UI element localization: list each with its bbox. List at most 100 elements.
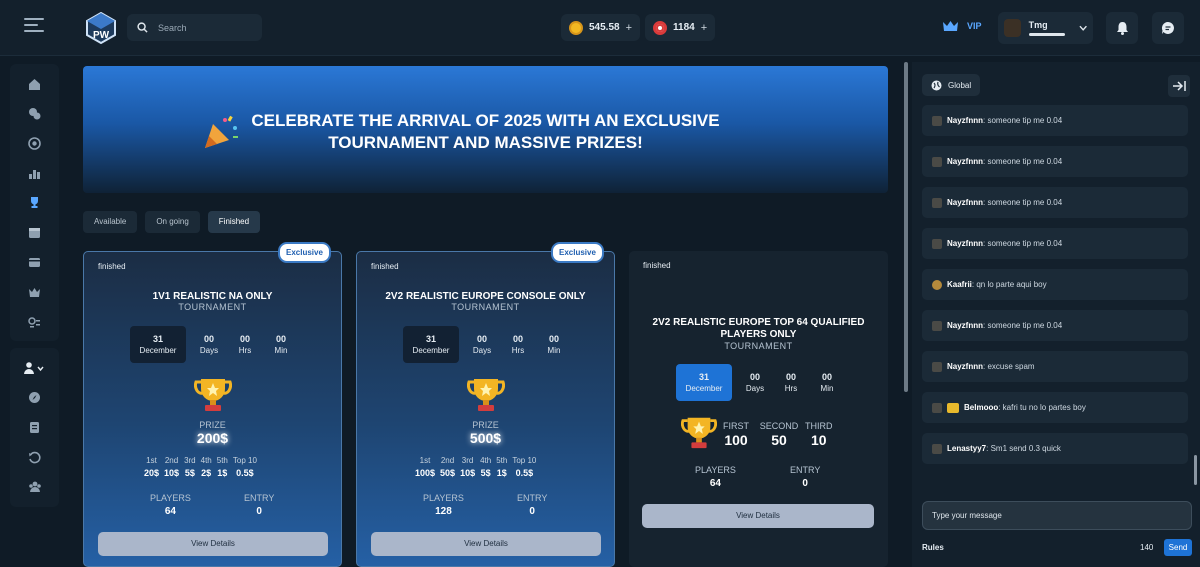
message-user[interactable]: Nayzfnnn	[947, 198, 983, 207]
sidebar-item-tournaments[interactable]	[10, 192, 59, 212]
chat-icon	[1161, 21, 1174, 34]
chat-message: Nayzfnnn: excuse spam	[922, 351, 1188, 382]
tab-finished[interactable]: Finished	[207, 211, 261, 233]
message-user[interactable]: Nayzfnnn	[947, 157, 983, 166]
home-icon	[29, 78, 40, 90]
message-user[interactable]: Lenastyy7	[947, 444, 986, 453]
collapse-chat-button[interactable]	[1168, 75, 1190, 97]
chat-bubbles-icon	[29, 107, 41, 119]
view-details-button[interactable]: View Details	[98, 532, 328, 556]
document-icon	[30, 421, 39, 433]
tournament-subtitle: TOURNAMENT	[724, 341, 793, 351]
coin-icon	[569, 20, 583, 35]
sidebar-item-wallet[interactable]	[10, 252, 59, 272]
notifications-button[interactable]	[1106, 12, 1138, 44]
hrs-value: 00	[239, 333, 250, 344]
days-label: Days	[745, 383, 765, 393]
countdown-days: 00 Days	[742, 371, 768, 395]
sidebar-item-social[interactable]	[10, 103, 59, 123]
sidebar-item-leaderboard[interactable]	[10, 163, 59, 183]
add-tickets-button[interactable]: +	[701, 22, 707, 34]
target-icon	[28, 136, 41, 150]
rank-value: 1$	[217, 468, 228, 478]
site-logo[interactable]: PW	[86, 11, 116, 45]
main-scrollbar[interactable]	[904, 62, 908, 392]
message-user[interactable]: Nayzfnnn	[947, 239, 983, 248]
message-input[interactable]: Type your message	[922, 501, 1192, 530]
rank-label: Top 10	[232, 456, 257, 465]
tab-available[interactable]: Available	[83, 211, 138, 233]
rules-link[interactable]: Rules	[922, 543, 944, 552]
tab-on-going[interactable]: On going	[145, 211, 200, 233]
channel-selector[interactable]: Global	[922, 74, 981, 96]
message-user[interactable]: Nayzfnnn	[947, 321, 983, 330]
send-button[interactable]: Send	[1164, 539, 1192, 556]
tournament-card[interactable]: finished 2V2 REALISTIC EUROPE TOP 64 QUA…	[629, 251, 888, 567]
vip-link[interactable]: VIP	[942, 20, 982, 32]
message-user[interactable]: Nayzfnnn	[947, 116, 983, 125]
coin-balance[interactable]: 545.58 +	[561, 14, 641, 41]
rank-2: 2nd 10$	[164, 455, 179, 479]
end-day: 31	[425, 334, 436, 344]
search-input[interactable]: Search	[127, 14, 262, 41]
tournament-subtitle: TOURNAMENT	[451, 302, 520, 312]
user-menu[interactable]: Tmg	[998, 12, 1093, 44]
rank-label: 3rd	[184, 456, 196, 465]
rank-top10: Top 10 0.5$	[233, 455, 257, 479]
message-user[interactable]: Kaafrii	[947, 280, 972, 289]
sidebar-item-docs[interactable]	[10, 417, 59, 437]
promo-banner[interactable]: CELEBRATE THE ARRIVAL OF 2025 WITH AN EX…	[83, 66, 888, 193]
sidebar-item-home[interactable]	[10, 74, 59, 94]
message-user[interactable]: Nayzfnnn	[947, 362, 983, 371]
character-count: 140	[1140, 543, 1154, 552]
sidebar-item-explore[interactable]	[10, 387, 59, 407]
players-stat: PLAYERS 128	[423, 491, 464, 519]
status-label: finished	[643, 261, 671, 270]
sidebar-item-vip[interactable]	[10, 282, 59, 302]
avatar	[932, 279, 942, 290]
sidebar-item-community[interactable]	[10, 476, 59, 496]
rank-label: Top 10	[512, 456, 537, 465]
countdown-days: 00 Days	[469, 333, 495, 357]
message-user[interactable]: Belmooo	[964, 403, 998, 412]
chat-scrollbar[interactable]	[1194, 455, 1197, 485]
chat-message: Nayzfnnn: someone tip me 0.04	[922, 105, 1188, 136]
min-value: 00	[548, 333, 559, 344]
add-coins-button[interactable]: +	[626, 22, 632, 34]
banner-headline: CELEBRATE THE ARRIVAL OF 2025 WITH AN EX…	[83, 110, 888, 154]
message-text: : someone tip me 0.04	[983, 239, 1063, 248]
countdown-hrs: 00 Hrs	[232, 333, 258, 357]
second-prize: SECOND 50	[757, 419, 801, 447]
message-text: : excuse spam	[983, 362, 1035, 371]
players-label: PLAYERS	[695, 465, 736, 475]
menu-icon[interactable]	[24, 18, 44, 34]
tournament-card[interactable]: finished 2V2 REALISTIC EUROPE CONSOLE ON…	[356, 251, 615, 567]
entry-label: ENTRY	[244, 493, 275, 503]
message-text: : qn lo parte aqui boy	[971, 280, 1047, 289]
trophy-icon	[681, 417, 717, 449]
target-icon	[653, 20, 667, 35]
avatar	[932, 238, 942, 249]
min-label: Min	[820, 383, 834, 393]
sidebar-item-history[interactable]	[10, 447, 59, 467]
countdown-min: 00 Min	[541, 333, 567, 357]
user-icon	[23, 362, 44, 374]
rank-label: 4th	[480, 456, 492, 465]
first-prize: FIRST 100	[723, 419, 749, 447]
view-details-button[interactable]: View Details	[642, 504, 874, 528]
avatar	[932, 320, 942, 331]
rank-top10: Top 10 0.5$	[512, 455, 536, 479]
entry-value: 0	[802, 478, 808, 489]
trophy-icon	[31, 196, 38, 208]
tournament-card[interactable]: finished 1V1 REALISTIC NA ONLY TOURNAMEN…	[83, 251, 342, 567]
ticket-balance[interactable]: 1184 +	[645, 14, 716, 41]
sidebar-item-exchange[interactable]	[10, 312, 59, 332]
sidebar-item-games[interactable]	[10, 133, 59, 153]
sidebar-item-profile[interactable]	[10, 358, 59, 378]
view-details-button[interactable]: View Details	[371, 532, 601, 556]
prize-label: PRIZE	[472, 420, 499, 430]
sidebar-item-calendar[interactable]	[10, 222, 59, 242]
leaderboard-icon	[29, 169, 40, 179]
chat-toggle-button[interactable]	[1152, 12, 1184, 44]
end-date: 31 December	[130, 326, 186, 363]
